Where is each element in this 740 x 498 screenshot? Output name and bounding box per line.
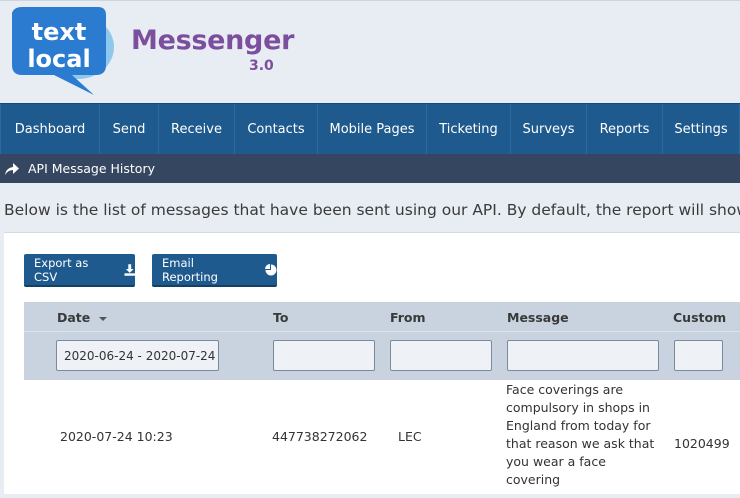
nav-dashboard[interactable]: Dashboard	[0, 104, 100, 155]
row-message: Face coverings are compulsory in shops i…	[506, 382, 655, 487]
message-filter[interactable]	[507, 340, 659, 371]
email-reporting-button[interactable]: Email Reporting	[152, 254, 277, 287]
column-date-label: Date	[57, 310, 91, 325]
breadcrumb-bar: API Message History	[0, 154, 740, 183]
export-csv-button[interactable]: Export as CSV	[24, 254, 135, 287]
row-date: 2020-07-24 10:23	[60, 429, 173, 444]
nav-reports[interactable]: Reports	[587, 104, 663, 155]
logo-text-line2: local	[27, 45, 90, 73]
email-reporting-label: Email Reporting	[162, 255, 218, 284]
sort-down-icon	[98, 316, 107, 321]
nav-mobile-pages[interactable]: Mobile Pages	[318, 104, 427, 155]
column-message: Message	[507, 310, 569, 325]
main-nav: Dashboard Send Receive Contacts Mobile P…	[0, 103, 740, 155]
textlocal-logo[interactable]: text local	[2, 3, 118, 99]
brand-name: Messenger	[131, 25, 295, 56]
nav-surveys[interactable]: Surveys	[511, 104, 587, 155]
table-header: Date To From Message Custom	[24, 302, 740, 331]
to-filter[interactable]	[273, 340, 375, 371]
column-to: To	[273, 310, 289, 325]
report-panel: Export as CSV Email Reporting Date To Fr…	[4, 232, 740, 494]
filter-row: 2020-06-24 - 2020-07-24	[24, 331, 740, 380]
column-custom: Custom	[673, 310, 727, 325]
download-icon	[124, 263, 135, 276]
nav-settings[interactable]: Settings	[663, 104, 740, 155]
brand: Messenger 3.0	[131, 25, 295, 74]
page-description: Below is the list of messages that have …	[4, 201, 740, 219]
logo-text-line1: text	[32, 18, 87, 46]
row-custom: 1020499	[674, 436, 730, 451]
nav-ticketing[interactable]: Ticketing	[427, 104, 511, 155]
nav-contacts[interactable]: Contacts	[235, 104, 318, 155]
from-filter[interactable]	[390, 340, 492, 371]
date-range-filter[interactable]: 2020-06-24 - 2020-07-24	[56, 340, 219, 371]
brand-version: 3.0	[249, 58, 274, 74]
page-title: API Message History	[28, 161, 155, 176]
nav-send[interactable]: Send	[100, 104, 159, 155]
column-date[interactable]: Date	[57, 310, 107, 325]
export-csv-label: Export as CSV	[34, 255, 89, 284]
share-arrow-icon	[5, 162, 19, 175]
nav-receive[interactable]: Receive	[159, 104, 235, 155]
column-from: From	[390, 310, 426, 325]
pie-chart-icon	[265, 263, 277, 275]
row-from: LEC	[398, 429, 422, 444]
header: text local Messenger 3.0	[0, 0, 740, 103]
custom-filter[interactable]	[674, 340, 723, 371]
row-to: 447738272062	[272, 429, 368, 444]
